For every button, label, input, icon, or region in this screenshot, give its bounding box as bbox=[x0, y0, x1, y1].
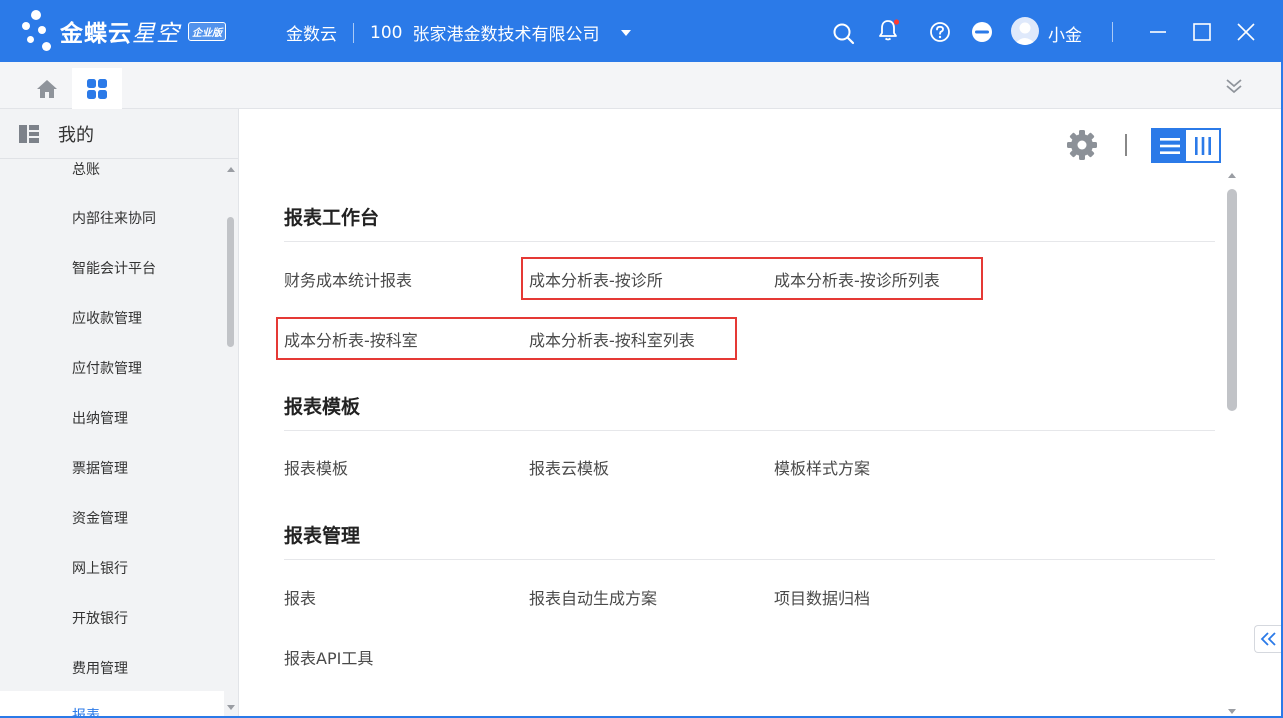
link-template-style-scheme[interactable]: 模板样式方案 bbox=[774, 455, 870, 479]
sidebar-item-cashier[interactable]: 出纳管理 bbox=[72, 408, 128, 428]
sidebar-item-bills[interactable]: 票据管理 bbox=[72, 458, 128, 478]
scrollbar-thumb[interactable] bbox=[1227, 189, 1237, 411]
org-code: 100 bbox=[370, 22, 403, 43]
tab-home[interactable] bbox=[22, 70, 72, 108]
link-report-auto-generate[interactable]: 报表自动生成方案 bbox=[529, 585, 657, 609]
tab-strip bbox=[0, 62, 1283, 109]
tab-apps[interactable] bbox=[72, 68, 122, 109]
sidebar-item-expenses[interactable]: 费用管理 bbox=[72, 658, 128, 678]
app-grid-icon bbox=[87, 78, 107, 99]
home-icon bbox=[37, 80, 57, 98]
scroll-up-icon[interactable] bbox=[1228, 173, 1236, 178]
edition-badge: 企业版 bbox=[188, 21, 226, 41]
sidebar-item-receivables[interactable]: 应收款管理 bbox=[72, 308, 142, 328]
double-chevron-left-icon bbox=[1260, 632, 1276, 646]
link-report[interactable]: 报表 bbox=[284, 585, 316, 609]
section-title-report-management: 报表管理 bbox=[284, 525, 361, 547]
scroll-up-icon[interactable] bbox=[227, 167, 235, 172]
section-title-report-templates: 报表模板 bbox=[284, 396, 361, 418]
user-avatar-icon bbox=[1014, 22, 1036, 45]
chevron-down-icon[interactable] bbox=[621, 29, 632, 36]
sidebar: 我的 总账 内部往来协同 智能会计平台 应收款管理 应付款管理 出纳管理 票据管… bbox=[0, 109, 239, 718]
main-scrollbar[interactable] bbox=[1225, 169, 1239, 718]
collapse-panel-button[interactable] bbox=[1254, 625, 1283, 653]
columns-icon bbox=[1194, 136, 1211, 155]
kingdee-logo: 金蝶云星空 企业版 bbox=[18, 6, 226, 56]
help-icon[interactable] bbox=[928, 20, 952, 44]
logo-text: 金蝶云星空 bbox=[60, 21, 180, 47]
list-view-button[interactable] bbox=[1153, 130, 1186, 161]
link-report-template[interactable]: 报表模板 bbox=[284, 455, 348, 479]
title-separator bbox=[353, 22, 354, 43]
link-report-api-tool[interactable]: 报表API工具 bbox=[284, 645, 373, 669]
app-name[interactable]: 金数云 bbox=[286, 20, 337, 45]
scroll-down-icon[interactable] bbox=[1228, 709, 1236, 714]
scroll-down-icon[interactable] bbox=[227, 705, 235, 710]
menu-dots-icon[interactable] bbox=[970, 20, 994, 44]
logo-dots-icon bbox=[18, 8, 58, 54]
column-view-button[interactable] bbox=[1186, 130, 1219, 161]
highlight-box bbox=[276, 317, 737, 360]
minimize-icon[interactable] bbox=[1146, 20, 1170, 44]
org-selector[interactable]: 金数云 100 张家港金数技术有限公司 bbox=[286, 20, 632, 45]
sidebar-item-funds[interactable]: 资金管理 bbox=[72, 508, 128, 528]
sidebar-title: 我的 bbox=[58, 124, 94, 146]
gear-icon[interactable] bbox=[1066, 129, 1098, 161]
link-report-cloud-template[interactable]: 报表云模板 bbox=[529, 455, 609, 479]
highlight-box bbox=[521, 257, 983, 300]
sidebar-item-reports[interactable]: 报表 bbox=[0, 691, 224, 718]
title-bar: 金蝶云星空 企业版 金数云 100 张家港金数技术有限公司 小金 bbox=[0, 0, 1283, 62]
sidebar-item-intercompany[interactable]: 内部往来协同 bbox=[72, 208, 156, 228]
sidebar-item-open-bank[interactable]: 开放银行 bbox=[72, 608, 128, 628]
sidebar-scrollbar[interactable] bbox=[224, 159, 238, 718]
sidebar-item-online-bank[interactable]: 网上银行 bbox=[72, 558, 128, 578]
toolbar-divider bbox=[1125, 134, 1127, 156]
avatar[interactable] bbox=[1011, 17, 1039, 45]
user-name[interactable]: 小金 bbox=[1048, 21, 1082, 46]
link-finance-cost-stats[interactable]: 财务成本统计报表 bbox=[284, 267, 412, 291]
org-name: 张家港金数技术有限公司 bbox=[412, 25, 600, 45]
section-divider bbox=[284, 241, 1215, 242]
view-toggle[interactable] bbox=[1151, 128, 1221, 163]
sidebar-item-smart-accounting[interactable]: 智能会计平台 bbox=[72, 258, 156, 278]
section-divider bbox=[284, 430, 1215, 431]
list-layout-icon bbox=[19, 124, 39, 143]
scrollbar-thumb[interactable] bbox=[227, 217, 234, 347]
search-icon[interactable] bbox=[832, 22, 856, 46]
maximize-icon[interactable] bbox=[1190, 20, 1214, 44]
sidebar-item-gl[interactable]: 总账 bbox=[72, 159, 100, 179]
section-divider bbox=[284, 559, 1215, 560]
list-icon bbox=[1159, 137, 1180, 154]
link-project-data-archive[interactable]: 项目数据归档 bbox=[774, 585, 870, 609]
main-panel: 报表工作台 财务成本统计报表 成本分析表-按诊所 成本分析表-按诊所列表 成本分… bbox=[240, 109, 1283, 718]
bell-icon[interactable] bbox=[876, 18, 900, 42]
close-icon[interactable] bbox=[1234, 20, 1258, 44]
double-chevron-down-icon[interactable] bbox=[1222, 74, 1246, 98]
sidebar-header[interactable]: 我的 bbox=[0, 109, 238, 159]
sidebar-item-payables[interactable]: 应付款管理 bbox=[72, 358, 142, 378]
title-separator bbox=[1112, 22, 1113, 42]
section-title-report-workbench: 报表工作台 bbox=[284, 207, 380, 229]
